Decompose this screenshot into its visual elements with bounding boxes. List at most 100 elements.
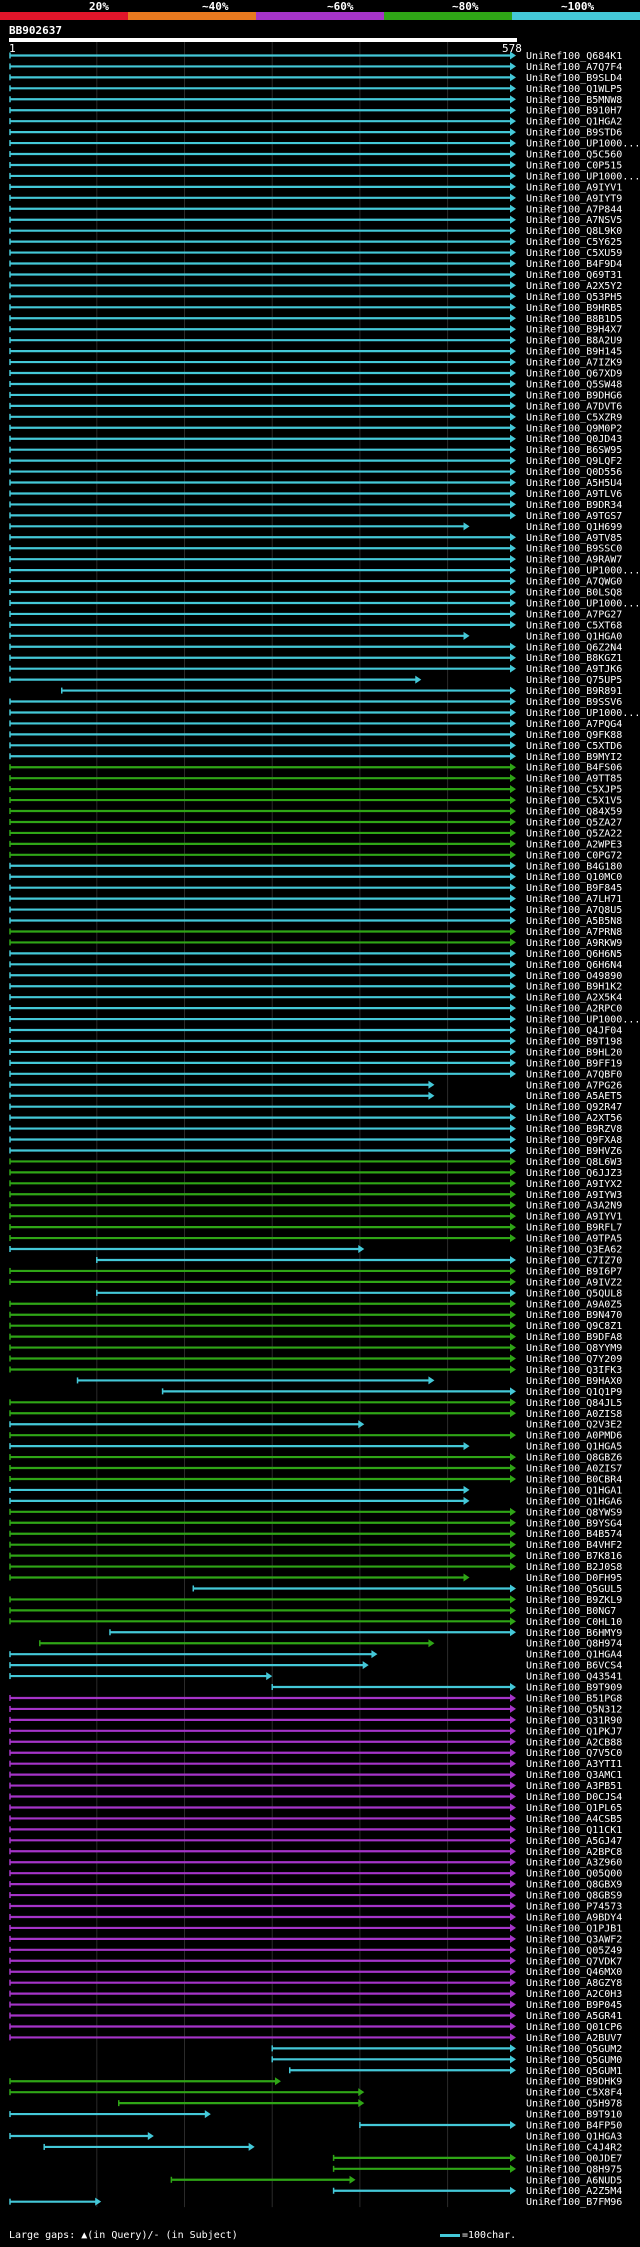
hit-label[interactable]: UniRef100_C7IZ70: [526, 1255, 622, 1266]
hit-row[interactable]: UniRef100_Q1HGA5: [9, 1442, 622, 1453]
hit-row[interactable]: UniRef100_Q5ZA27: [9, 817, 622, 828]
hit-label[interactable]: UniRef100_A9TGS7: [526, 511, 622, 522]
hit-row[interactable]: UniRef100_UP1000...: [9, 598, 640, 609]
hit-row[interactable]: UniRef100_A7DVT6: [9, 401, 622, 412]
hit-label[interactable]: UniRef100_C5X1V5: [526, 796, 622, 807]
hit-row[interactable]: UniRef100_B9STD6: [9, 128, 622, 139]
hit-row[interactable]: UniRef100_A9TGS7: [9, 511, 622, 522]
hit-label[interactable]: UniRef100_A6NUD5: [526, 2175, 622, 2186]
hit-row[interactable]: UniRef100_A7NSV5: [9, 215, 622, 226]
hit-row[interactable]: UniRef100_Q05Z49: [9, 1945, 622, 1956]
hit-label[interactable]: UniRef100_Q84X59: [526, 807, 622, 818]
hit-row[interactable]: UniRef100_A7LH71: [9, 894, 622, 905]
hit-label[interactable]: UniRef100_C5X8F4: [526, 2088, 622, 2099]
hit-row[interactable]: UniRef100_Q1HGA6: [9, 1496, 622, 1507]
hit-label[interactable]: UniRef100_Q01CP6: [526, 2022, 622, 2033]
hit-label[interactable]: UniRef100_C5XTD6: [526, 741, 622, 752]
hit-label[interactable]: UniRef100_A5AET5: [526, 1091, 622, 1102]
hit-row[interactable]: UniRef100_Q8L9K0: [9, 226, 622, 237]
hit-row[interactable]: UniRef100_B9DHK9: [9, 2077, 622, 2088]
hit-label[interactable]: UniRef100_Q43541: [526, 1672, 622, 1683]
hit-row[interactable]: UniRef100_Q1HGA0: [9, 631, 622, 642]
hit-label[interactable]: UniRef100_B9STD6: [526, 128, 622, 139]
hit-row[interactable]: UniRef100_C5XU59: [9, 248, 622, 259]
hit-label[interactable]: UniRef100_B9H1K2: [526, 982, 622, 993]
hit-row[interactable]: UniRef100_D0CJS4: [9, 1792, 622, 1803]
hit-label[interactable]: UniRef100_A7P844: [526, 204, 622, 215]
hit-label[interactable]: UniRef100_A2XT56: [526, 1113, 622, 1124]
hit-row[interactable]: UniRef100_Q11CK1: [9, 1825, 622, 1836]
hit-row[interactable]: UniRef100_Q4JF04: [9, 1026, 622, 1037]
hit-row[interactable]: UniRef100_C5XTD6: [9, 741, 622, 752]
hit-row[interactable]: UniRef100_Q5H978: [117, 2099, 623, 2110]
hit-label[interactable]: UniRef100_Q1HGA2: [526, 117, 622, 128]
hit-label[interactable]: UniRef100_Q6JJZ3: [526, 1168, 622, 1179]
hit-label[interactable]: UniRef100_B6VCS4: [526, 1661, 622, 1672]
hit-row[interactable]: UniRef100_B9YSG4: [9, 1518, 622, 1529]
hit-row[interactable]: UniRef100_A2CB88: [9, 1737, 622, 1748]
hit-label[interactable]: UniRef100_Q05Z49: [526, 1945, 622, 1956]
hit-row[interactable]: UniRef100_B9SSV6: [9, 697, 622, 708]
hit-row[interactable]: UniRef100_O49890: [9, 971, 622, 982]
hit-label[interactable]: UniRef100_A2X5K4: [526, 993, 622, 1004]
hit-label[interactable]: UniRef100_Q1H699: [526, 522, 622, 533]
hit-row[interactable]: UniRef100_A7IZK9: [9, 358, 622, 369]
hit-row[interactable]: UniRef100_Q67XD9: [9, 369, 622, 380]
hit-row[interactable]: UniRef100_C5X8F4: [9, 2088, 622, 2099]
hit-row[interactable]: UniRef100_B8KGZ1: [9, 653, 622, 664]
hit-label[interactable]: UniRef100_A8GZY8: [526, 1978, 622, 1989]
hit-label[interactable]: UniRef100_D0CJS4: [526, 1792, 622, 1803]
hit-row[interactable]: UniRef100_C5XJP5: [9, 785, 622, 796]
hit-row[interactable]: UniRef100_Q0JD43: [9, 434, 622, 445]
hit-label[interactable]: UniRef100_Q8L9K0: [526, 226, 622, 237]
hit-label[interactable]: UniRef100_Q5C560: [526, 150, 622, 161]
hit-row[interactable]: UniRef100_B4F9D4: [9, 259, 622, 270]
hit-label[interactable]: UniRef100_A7PG27: [526, 609, 622, 620]
hit-label[interactable]: UniRef100_Q69T31: [526, 270, 622, 281]
hit-label[interactable]: UniRef100_Q3AMC1: [526, 1770, 622, 1781]
hit-row[interactable]: UniRef100_Q3AMC1: [9, 1770, 622, 1781]
hit-label[interactable]: UniRef100_A9BDY4: [526, 1912, 622, 1923]
hit-row[interactable]: UniRef100_Q92R47: [9, 1102, 622, 1113]
hit-label[interactable]: UniRef100_Q8H974: [526, 1639, 622, 1650]
hit-row[interactable]: UniRef100_UP1000...: [9, 139, 640, 150]
hit-label[interactable]: UniRef100_A9RAW7: [526, 555, 622, 566]
hit-label[interactable]: UniRef100_B9HAX0: [526, 1376, 622, 1387]
hit-row[interactable]: UniRef100_Q1HGA1: [9, 1485, 622, 1496]
hit-label[interactable]: UniRef100_Q8GBX9: [526, 1880, 622, 1891]
hit-label[interactable]: UniRef100_B0LSQ8: [526, 588, 622, 599]
hit-label[interactable]: UniRef100_B9F845: [526, 883, 622, 894]
hit-label[interactable]: UniRef100_Q8GBZ6: [526, 1453, 622, 1464]
hit-row[interactable]: UniRef100_P74573: [9, 1902, 622, 1913]
hit-label[interactable]: UniRef100_A7Q7F4: [526, 62, 622, 73]
hit-label[interactable]: UniRef100_A3A2N9: [526, 1201, 622, 1212]
hit-row[interactable]: UniRef100_Q5SW48: [9, 379, 622, 390]
hit-label[interactable]: UniRef100_B9HL20: [526, 1047, 622, 1058]
hit-label[interactable]: UniRef100_B4F9D4: [526, 259, 622, 270]
hit-label[interactable]: UniRef100_Q5ZA22: [526, 828, 622, 839]
hit-row[interactable]: UniRef100_Q1PL65: [9, 1803, 622, 1814]
hit-row[interactable]: UniRef100_Q6JJZ3: [9, 1168, 622, 1179]
hit-row[interactable]: UniRef100_B4G180: [9, 861, 622, 872]
hit-label[interactable]: UniRef100_Q8L6W3: [526, 1157, 622, 1168]
hit-row[interactable]: UniRef100_Q1HGA3: [9, 2131, 622, 2142]
hit-row[interactable]: UniRef100_D0FH95: [9, 1573, 622, 1584]
hit-label[interactable]: UniRef100_UP1000...: [526, 708, 640, 719]
hit-row[interactable]: UniRef100_A0PMD6: [9, 1431, 622, 1442]
hit-label[interactable]: UniRef100_B9RFL7: [526, 1223, 622, 1234]
hit-label[interactable]: UniRef100_B51PG8: [526, 1693, 622, 1704]
hit-label[interactable]: UniRef100_D0FH95: [526, 1573, 622, 1584]
hit-row[interactable]: UniRef100_A2BPC8: [9, 1847, 622, 1858]
hit-label[interactable]: UniRef100_B9SSV6: [526, 697, 622, 708]
hit-row[interactable]: UniRef100_A7PRN8: [9, 927, 622, 938]
hit-row[interactable]: UniRef100_UP1000...: [9, 566, 640, 577]
hit-label[interactable]: UniRef100_Q3IFK3: [526, 1365, 622, 1376]
hit-row[interactable]: UniRef100_Q9FK88: [9, 730, 622, 741]
hit-row[interactable]: UniRef100_A0ZIS7: [9, 1464, 622, 1475]
hit-row[interactable]: UniRef100_A2Z5M4: [332, 2186, 623, 2197]
hit-row[interactable]: UniRef100_A9TLV6: [9, 489, 622, 500]
hit-row[interactable]: UniRef100_Q7VDK7: [9, 1956, 622, 1967]
hit-label[interactable]: UniRef100_Q3AWF2: [526, 1934, 622, 1945]
hit-label[interactable]: UniRef100_Q1PKJ7: [526, 1726, 622, 1737]
hit-row[interactable]: UniRef100_Q5ZA22: [9, 828, 622, 839]
